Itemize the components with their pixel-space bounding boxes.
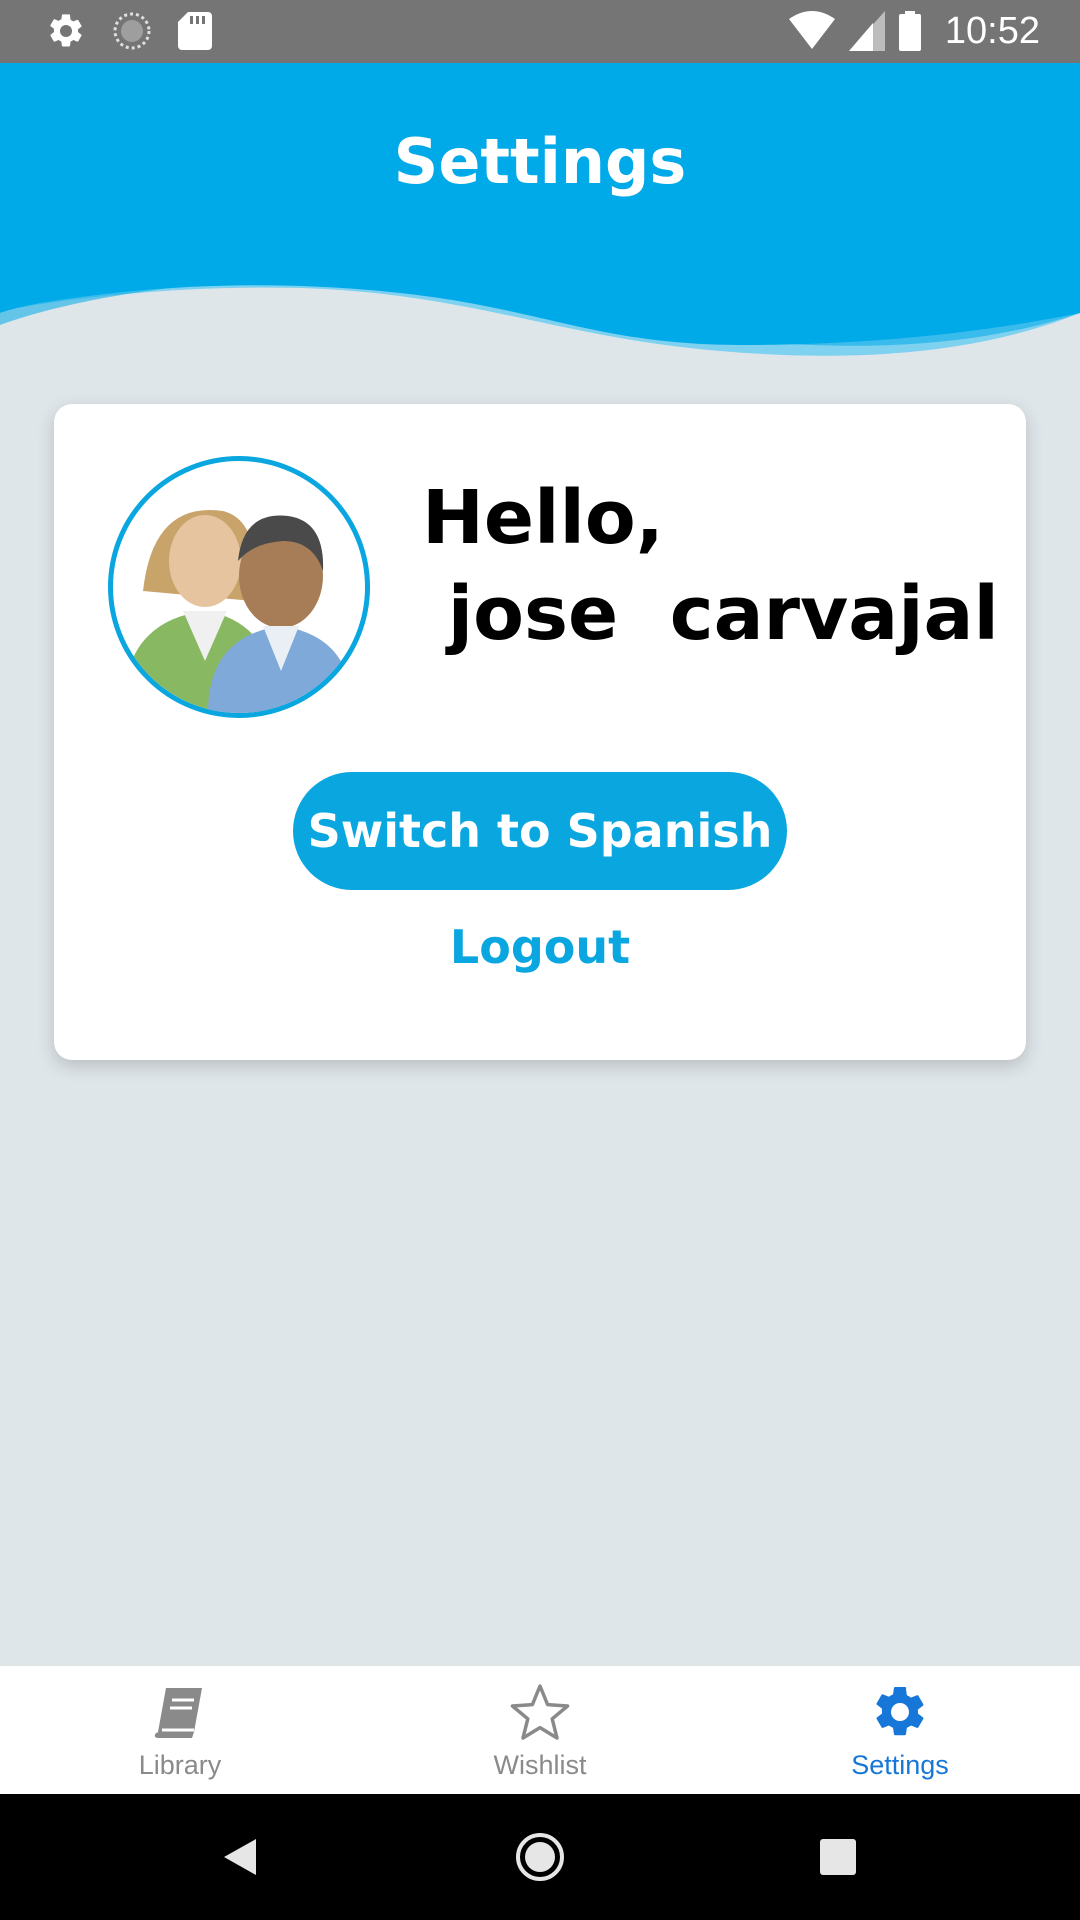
bottom-nav: Library Wishlist Settings	[0, 1665, 1080, 1795]
status-bar: 10:52	[0, 0, 1080, 63]
system-nav-bar	[0, 1794, 1080, 1920]
back-icon[interactable]	[210, 1827, 270, 1887]
tab-library-label: Library	[138, 1750, 222, 1780]
book-icon	[154, 1688, 202, 1738]
home-icon[interactable]	[510, 1827, 570, 1887]
greeting-text: Hello, jose carvajal	[422, 475, 999, 657]
profile-card: Hello, jose carvajal Switch to Spanish L…	[54, 404, 1026, 1060]
tab-wishlist-label: Wishlist	[493, 1750, 587, 1780]
tab-settings-label: Settings	[851, 1750, 949, 1780]
logout-button[interactable]: Logout	[54, 920, 1026, 974]
avatar	[108, 456, 370, 718]
star-icon	[510, 1684, 570, 1740]
recents-icon[interactable]	[808, 1827, 868, 1887]
switch-language-button[interactable]: Switch to Spanish	[293, 772, 787, 890]
status-right-icons: 10:52	[788, 8, 1040, 54]
tab-settings[interactable]: Settings	[720, 1666, 1080, 1795]
clock: 10:52	[944, 9, 1040, 52]
gear-icon	[876, 1686, 924, 1736]
header-wave	[0, 63, 1080, 356]
tab-library[interactable]: Library	[0, 1666, 360, 1795]
tab-wishlist[interactable]: Wishlist	[360, 1666, 720, 1795]
page-title: Settings	[393, 125, 687, 198]
status-left-icons	[46, 11, 212, 51]
battery-icon	[898, 11, 921, 51]
sd-card-icon	[178, 12, 212, 50]
gear-icon	[50, 14, 82, 47]
users-icon	[123, 510, 353, 713]
wifi-icon	[788, 11, 835, 49]
signal-icon	[848, 11, 885, 51]
header: Settings	[0, 63, 1080, 363]
sync-icon	[113, 12, 151, 50]
